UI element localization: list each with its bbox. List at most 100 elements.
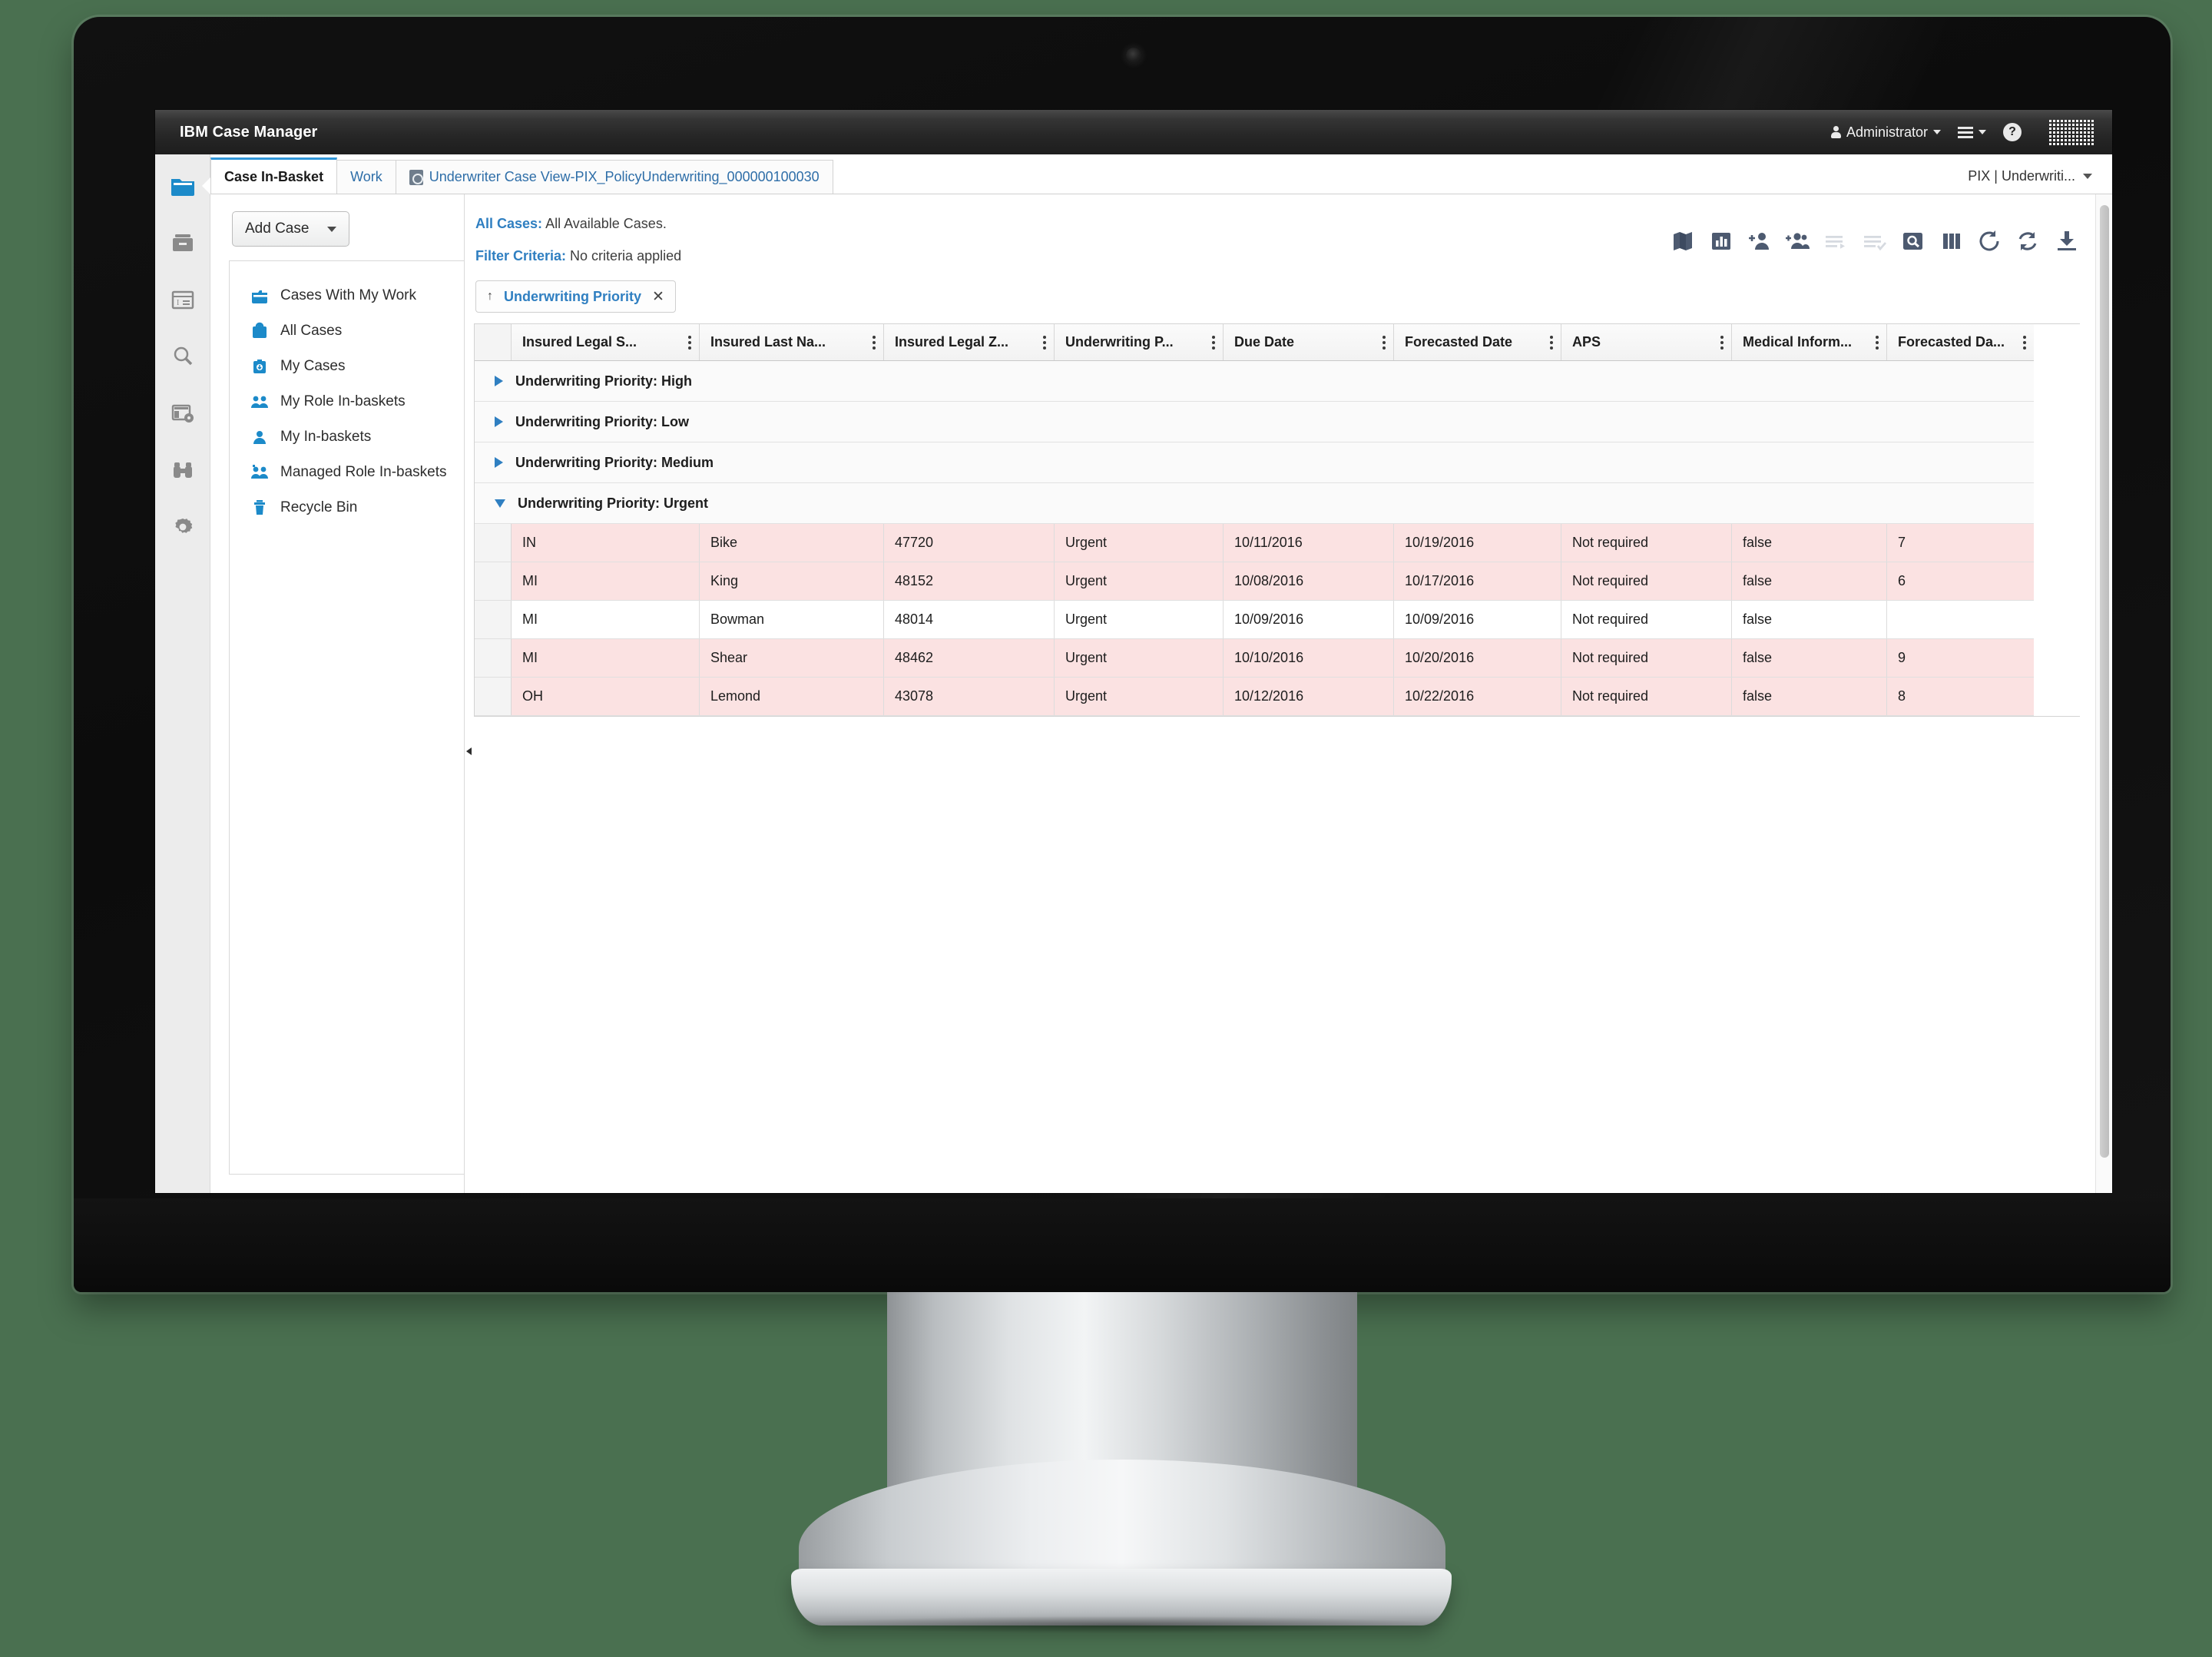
vertical-scrollbar[interactable]: [2095, 194, 2112, 1193]
managed-group-icon: [250, 462, 270, 482]
cell-medical-information: false: [1732, 562, 1887, 600]
chevron-right-icon: [495, 416, 503, 427]
cell-due-date: 10/10/2016: [1224, 639, 1394, 677]
person-icon: [250, 427, 270, 447]
column-header-forecasted-date[interactable]: Forecasted Date: [1394, 324, 1561, 360]
group-row-medium[interactable]: Underwriting Priority: Medium: [475, 442, 2034, 483]
column-header-forecasted-days[interactable]: Forecasted Da...: [1887, 324, 2034, 360]
column-header-insured-legal-state[interactable]: Insured Legal S...: [512, 324, 700, 360]
sidebar-item-managed-role-in-baskets[interactable]: Managed Role In-baskets: [230, 455, 464, 490]
cell-insured-legal-zip: 48152: [884, 562, 1055, 600]
column-header-insured-legal-zip[interactable]: Insured Legal Z...: [884, 324, 1055, 360]
cell-aps: Not required: [1561, 639, 1732, 677]
cell-insured-legal-state: IN: [512, 524, 700, 562]
table-row[interactable]: MI Bowman 48014 Urgent 10/09/2016 10/09/…: [475, 601, 2034, 639]
column-header-aps[interactable]: APS: [1561, 324, 1732, 360]
tab-case-in-basket[interactable]: Case In-Basket: [210, 157, 338, 194]
close-icon[interactable]: ✕: [652, 288, 664, 306]
solution-picker-label: PIX | Underwriti...: [1968, 167, 2075, 184]
solution-picker[interactable]: PIX | Underwriti...: [1968, 158, 2112, 194]
column-label: APS: [1572, 334, 1601, 350]
group-icon: [250, 392, 270, 412]
cell-insured-legal-zip: 48462: [884, 639, 1055, 677]
column-menu-icon[interactable]: [1382, 335, 1386, 350]
sort-chip-underwriting-priority[interactable]: ↑ Underwriting Priority ✕: [475, 280, 676, 313]
scrollbar-thumb[interactable]: [2100, 205, 2109, 1158]
refresh-icon[interactable]: [1977, 230, 2003, 253]
table-row[interactable]: MI King 48152 Urgent 10/08/2016 10/17/20…: [475, 562, 2034, 601]
cell-insured-last-name: Lemond: [700, 678, 884, 715]
sidebar-item-my-role-in-baskets[interactable]: My Role In-baskets: [230, 384, 464, 419]
help-icon[interactable]: ?: [2003, 123, 2022, 141]
rail-item-page-settings[interactable]: [155, 385, 210, 442]
cell-insured-last-name: King: [700, 562, 884, 600]
tab-bar: Case In-Basket Work Underwriter Case Vie…: [155, 154, 2112, 194]
cell-insured-legal-state: MI: [512, 639, 700, 677]
column-menu-icon[interactable]: [1550, 335, 1553, 350]
tab-work[interactable]: Work: [336, 160, 396, 194]
column-header-medical-information[interactable]: Medical Inform...: [1732, 324, 1887, 360]
page-settings-icon: [170, 402, 196, 425]
tab-underwriter-case-view[interactable]: Underwriter Case View-PIX_PolicyUnderwri…: [395, 160, 833, 194]
group-row-low[interactable]: Underwriting Priority: Low: [475, 402, 2034, 442]
cell-aps: Not required: [1561, 678, 1732, 715]
group-row-high[interactable]: Underwriting Priority: High: [475, 361, 2034, 402]
search-grid-icon[interactable]: [1900, 230, 1926, 253]
cell-forecasted-days: [1887, 601, 2034, 638]
download-icon[interactable]: [2054, 230, 2080, 253]
sidebar-item-cases-with-my-work[interactable]: Cases With My Work: [230, 278, 464, 313]
sidebar-item-my-cases[interactable]: My Cases: [230, 349, 464, 384]
add-person-icon[interactable]: [1747, 230, 1773, 253]
rail-item-settings[interactable]: [155, 499, 210, 555]
chart-view-icon[interactable]: [1708, 230, 1734, 253]
chevron-right-icon: [495, 457, 503, 468]
cell-forecasted-date: 10/17/2016: [1394, 562, 1561, 600]
rail-item-case-folder[interactable]: [155, 157, 210, 214]
sync-icon[interactable]: [2015, 230, 2041, 253]
row-gutter-header: [475, 324, 512, 360]
sidebar-item-my-in-baskets[interactable]: My In-baskets: [230, 419, 464, 455]
cell-insured-last-name: Bowman: [700, 601, 884, 638]
rail-item-case-archive[interactable]: [155, 214, 210, 271]
search-icon: [170, 345, 196, 368]
column-menu-icon[interactable]: [1212, 335, 1215, 350]
map-view-icon[interactable]: [1670, 230, 1696, 253]
column-header-underwriting-priority[interactable]: Underwriting P...: [1055, 324, 1224, 360]
column-header-insured-last-name[interactable]: Insured Last Na...: [700, 324, 884, 360]
add-group-icon[interactable]: [1785, 230, 1811, 253]
column-menu-icon[interactable]: [2023, 335, 2026, 350]
sort-chip-row: ↑ Underwriting Priority ✕: [465, 280, 2112, 313]
user-menu[interactable]: Administrator: [1830, 124, 1941, 141]
column-menu-icon[interactable]: [1720, 335, 1724, 350]
pane-splitter-handle[interactable]: [466, 747, 474, 790]
column-header-due-date[interactable]: Due Date: [1224, 324, 1394, 360]
rail-item-form-properties[interactable]: I: [155, 271, 210, 328]
row-gutter: [475, 562, 512, 600]
case-grid: Insured Legal S... Insured Last Na... In…: [474, 323, 2112, 717]
collapse-left-icon: [466, 747, 472, 755]
add-case-button[interactable]: Add Case: [232, 211, 350, 247]
cell-insured-last-name: Bike: [700, 524, 884, 562]
column-menu-icon[interactable]: [1876, 335, 1879, 350]
rail-item-binoculars[interactable]: [155, 442, 210, 499]
column-settings-icon[interactable]: [1939, 230, 1965, 253]
table-row[interactable]: MI Shear 48462 Urgent 10/10/2016 10/20/2…: [475, 639, 2034, 678]
column-menu-icon[interactable]: [688, 335, 691, 350]
table-row[interactable]: IN Bike 47720 Urgent 10/11/2016 10/19/20…: [475, 524, 2034, 562]
sidebar-item-recycle-bin[interactable]: Recycle Bin: [230, 490, 464, 525]
cell-forecasted-days: 7: [1887, 524, 2034, 562]
ibm-logo: [2049, 119, 2094, 145]
rail-item-search[interactable]: [155, 328, 210, 385]
group-label: Underwriting Priority: Low: [515, 413, 690, 429]
cell-medical-information: false: [1732, 678, 1887, 715]
sidebar-item-all-cases[interactable]: All Cases: [230, 313, 464, 349]
column-menu-icon[interactable]: [873, 335, 876, 350]
binoculars-icon: [170, 459, 196, 482]
column-menu-icon[interactable]: [1043, 335, 1046, 350]
group-row-urgent[interactable]: Underwriting Priority: Urgent: [475, 483, 2034, 524]
table-row[interactable]: OH Lemond 43078 Urgent 10/12/2016 10/22/…: [475, 678, 2034, 716]
main-menu-button[interactable]: [1958, 126, 1986, 138]
grid-inner: Insured Legal S... Insured Last Na... In…: [475, 324, 2034, 716]
cell-underwriting-priority: Urgent: [1055, 562, 1224, 600]
screenshot-scene: IBM Case Manager Administrator ? Case In…: [0, 0, 2212, 1657]
